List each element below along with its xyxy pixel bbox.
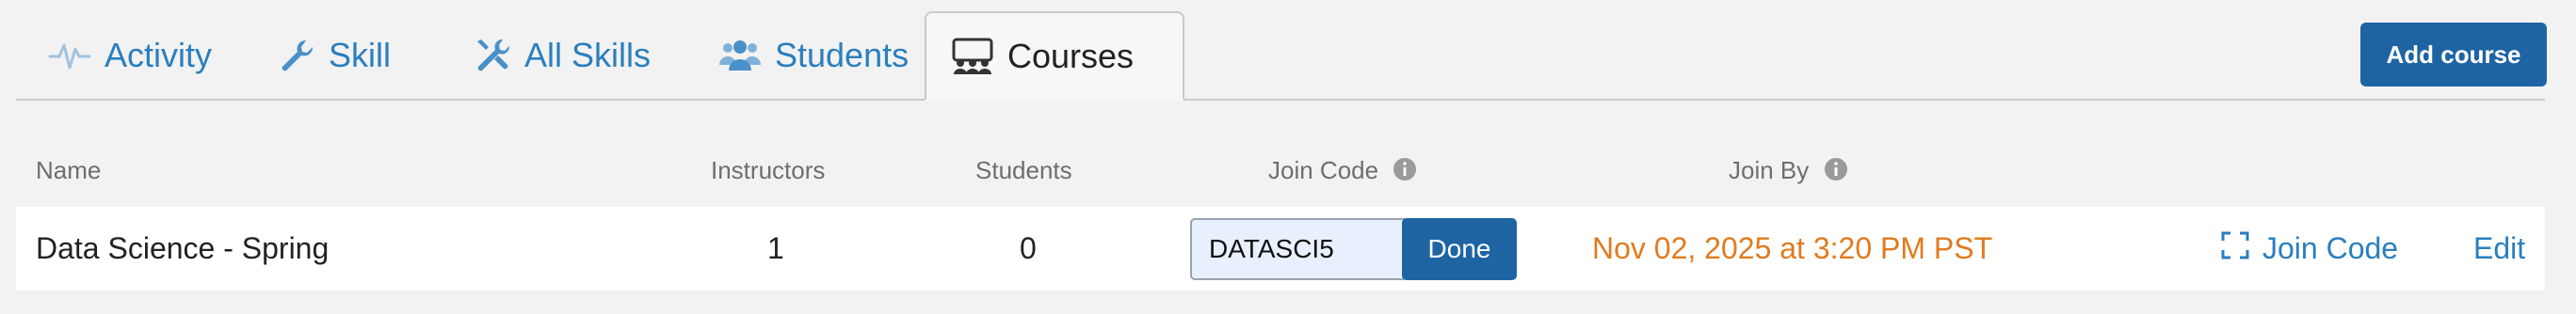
info-icon[interactable] <box>1824 157 1848 188</box>
info-icon[interactable] <box>1393 157 1417 188</box>
users-icon <box>718 39 762 72</box>
add-course-button[interactable]: Add course <box>2360 23 2547 86</box>
column-header-join-by-label: Join By <box>1729 156 1810 184</box>
tab-activity[interactable]: Activity <box>24 11 236 99</box>
wrench-icon <box>278 37 315 74</box>
activity-icon <box>48 39 91 71</box>
column-header-join-by: Join By <box>1729 156 1848 188</box>
tab-bar: Activity Skill All Skills Students Cours… <box>16 11 2545 101</box>
column-header-join-code-label: Join Code <box>1268 156 1379 184</box>
join-code-link[interactable]: Join Code <box>2221 207 2398 290</box>
course-name: Data Science - Spring <box>36 231 330 265</box>
column-header-instructors: Instructors <box>711 156 826 184</box>
tab-label: All Skills <box>524 35 652 74</box>
instructor-count: 1 <box>767 231 784 265</box>
join-code-input[interactable] <box>1190 218 1409 280</box>
tab-label: Activity <box>105 35 213 74</box>
tab-courses[interactable]: Courses <box>925 11 1184 101</box>
tab-label: Courses <box>1007 36 1135 75</box>
tools-icon <box>474 37 511 74</box>
column-header-join-code: Join Code <box>1268 156 1417 188</box>
fullscreen-icon <box>2221 231 2249 267</box>
table-row: Data Science - Spring 1 0 Done Nov 02, 2… <box>16 207 2545 290</box>
student-count: 0 <box>1020 231 1037 265</box>
column-header-students: Students <box>975 156 1072 184</box>
tab-label: Skill <box>329 35 392 74</box>
edit-link[interactable]: Edit <box>2473 207 2525 290</box>
tab-students[interactable]: Students <box>694 11 933 99</box>
tab-label: Students <box>775 35 910 74</box>
done-button[interactable]: Done <box>1402 218 1517 280</box>
join-code-link-label: Join Code <box>2262 231 2399 265</box>
tab-skill[interactable]: Skill <box>253 11 415 99</box>
column-header-name: Name <box>36 156 102 184</box>
classroom-icon <box>951 38 994 75</box>
tab-all-skills[interactable]: All Skills <box>449 11 675 99</box>
join-by-date: Nov 02, 2025 at 3:20 PM PST <box>1592 231 1993 265</box>
